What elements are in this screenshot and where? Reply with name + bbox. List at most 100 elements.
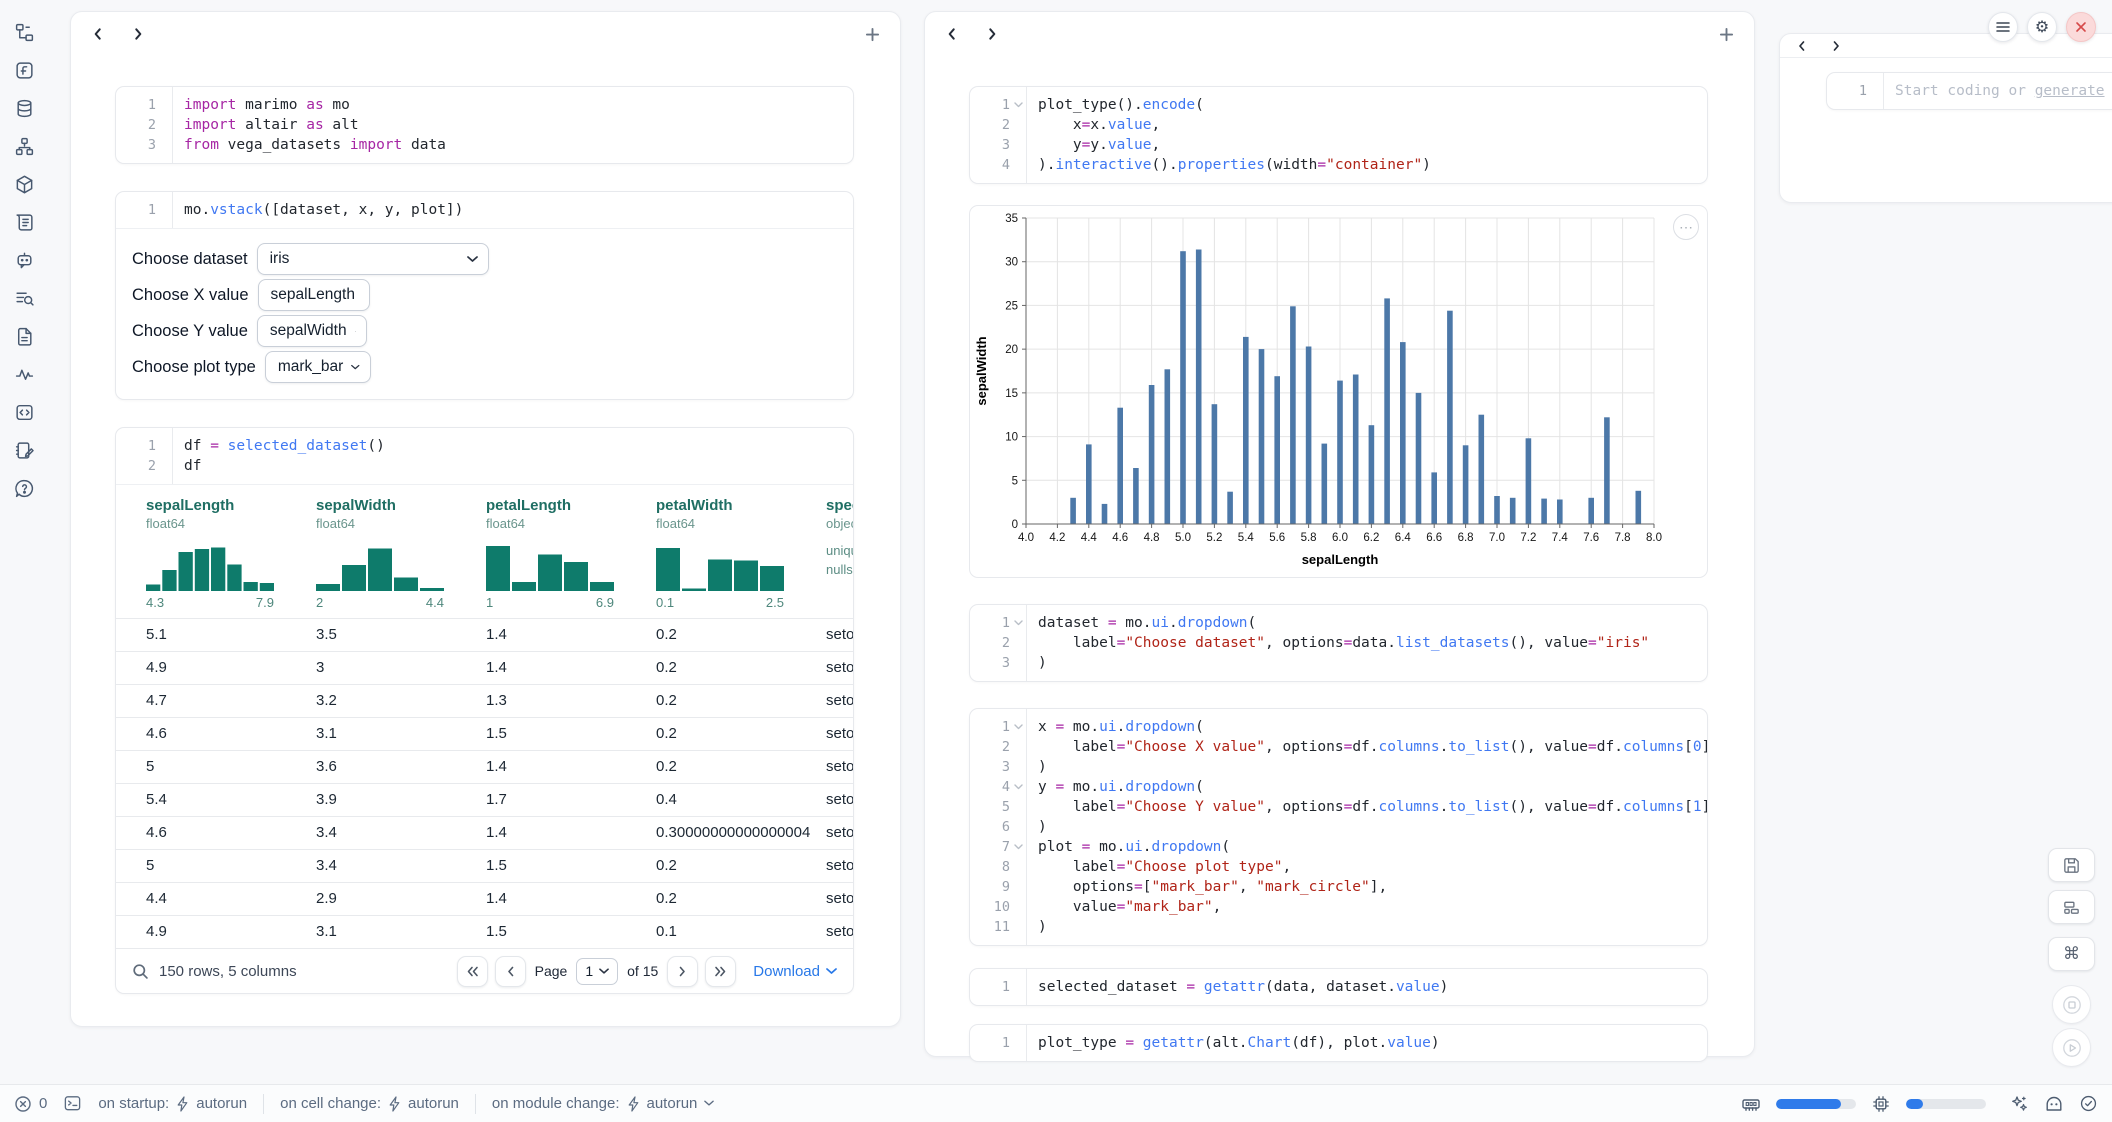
- notebook-pen-icon[interactable]: [12, 438, 36, 462]
- table-row[interactable]: 4.63.11.50.2setosa: [116, 718, 853, 751]
- column-header-petalWidth[interactable]: petalWidthfloat640.12.5: [642, 497, 812, 618]
- imports-code-cell[interactable]: 1import marimo as mo2import altair as al…: [115, 86, 854, 164]
- list-search-icon[interactable]: [12, 286, 36, 310]
- table-row[interactable]: 4.42.91.40.2setosa: [116, 883, 853, 916]
- chevron-left-icon[interactable]: [945, 27, 959, 41]
- document-icon[interactable]: [12, 324, 36, 348]
- code-line[interactable]: 5 label="Choose Y value", options=df.col…: [970, 797, 1707, 817]
- plot-type-select[interactable]: mark_bar: [265, 351, 371, 383]
- function-icon[interactable]: [12, 58, 36, 82]
- menu-button[interactable]: [1988, 12, 2018, 42]
- xy-plot-dropdowns-code-cell[interactable]: 1x = mo.ui.dropdown(2 label="Choose X va…: [969, 708, 1708, 946]
- column-header-species[interactable]: speciesobjectunique:nulls:: [812, 497, 853, 618]
- code-line[interactable]: 11): [970, 917, 1707, 937]
- run-button[interactable]: [2052, 1028, 2091, 1067]
- code-line[interactable]: 7plot = mo.ui.dropdown(: [970, 837, 1707, 857]
- code-line[interactable]: 6): [970, 817, 1707, 837]
- bar-chart[interactable]: 4.04.24.44.64.85.05.25.45.65.86.06.26.46…: [970, 206, 1708, 577]
- code-line[interactable]: 8 label="Choose plot type",: [970, 857, 1707, 877]
- autorun-config-item[interactable]: on startup:autorun: [98, 1095, 247, 1112]
- graph-icon[interactable]: [12, 134, 36, 158]
- autorun-config-item[interactable]: on module change:autorun: [492, 1095, 714, 1112]
- chevron-right-icon[interactable]: [985, 27, 999, 41]
- plot-code-cell[interactable]: 1plot_type().encode(2 x=x.value,3 y=y.va…: [969, 86, 1708, 184]
- chevron-left-icon[interactable]: [91, 27, 105, 41]
- code-line[interactable]: 1dataset = mo.ui.dropdown(: [970, 613, 1707, 633]
- dataset-select[interactable]: iris: [257, 243, 489, 275]
- code-line[interactable]: 3): [970, 653, 1707, 673]
- save-button[interactable]: [2048, 848, 2095, 882]
- fold-icon[interactable]: [1010, 777, 1026, 797]
- fold-icon[interactable]: [1010, 613, 1026, 633]
- code-line[interactable]: 2 label="Choose dataset", options=data.l…: [970, 633, 1707, 653]
- database-icon[interactable]: [12, 96, 36, 120]
- selected-dataset-code-cell[interactable]: 1selected_dataset = getattr(data, datase…: [969, 968, 1708, 1006]
- table-row[interactable]: 4.63.41.40.30000000000000004setosa: [116, 817, 853, 850]
- code-line[interactable]: 1import marimo as mo: [116, 95, 853, 115]
- add-cell-icon[interactable]: [865, 27, 880, 42]
- stop-button[interactable]: [2052, 985, 2091, 1024]
- last-page-button[interactable]: [705, 956, 736, 987]
- y-value-select[interactable]: sepalWidth: [257, 315, 367, 347]
- chat-bot-icon[interactable]: [12, 248, 36, 272]
- code-line[interactable]: 4y = mo.ui.dropdown(: [970, 777, 1707, 797]
- code-line[interactable]: 2 x=x.value,: [970, 115, 1707, 135]
- code-line[interactable]: 9 options=["mark_bar", "mark_circle"],: [970, 877, 1707, 897]
- empty-code-cell[interactable]: 1Start coding or generate with: [1826, 72, 2112, 110]
- autorun-config-item[interactable]: on cell change:autorun: [280, 1095, 459, 1112]
- fold-icon[interactable]: [1010, 95, 1026, 115]
- table-row[interactable]: 5.13.51.40.2setosa: [116, 619, 853, 652]
- table-row[interactable]: 53.41.50.2setosa: [116, 850, 853, 883]
- terminal-button[interactable]: [63, 1094, 82, 1113]
- first-page-button[interactable]: [457, 956, 488, 987]
- code-line[interactable]: 2import altair as alt: [116, 115, 853, 135]
- table-row[interactable]: 4.93.11.50.1setosa: [116, 916, 853, 949]
- code-line[interactable]: 2df: [116, 456, 853, 476]
- vstack-code-cell[interactable]: 1mo.vstack([dataset, x, y, plot]) Choose…: [115, 191, 854, 400]
- code-line[interactable]: 1df = selected_dataset(): [116, 436, 853, 456]
- error-count[interactable]: 0: [14, 1095, 47, 1113]
- code-line[interactable]: 1plot_type = getattr(alt.Chart(df), plot…: [970, 1033, 1707, 1053]
- download-button[interactable]: Download: [753, 963, 837, 980]
- code-icon[interactable]: [12, 400, 36, 424]
- table-row[interactable]: 53.61.40.2setosa: [116, 751, 853, 784]
- table-row[interactable]: 4.73.21.30.2setosa: [116, 685, 853, 718]
- code-line[interactable]: 1mo.vstack([dataset, x, y, plot]): [116, 200, 853, 220]
- ai-assist-button[interactable]: [2009, 1094, 2029, 1114]
- layout-button[interactable]: [2048, 890, 2095, 924]
- activity-icon[interactable]: [12, 362, 36, 386]
- code-line[interactable]: 10 value="mark_bar",: [970, 897, 1707, 917]
- chart-options-icon[interactable]: ⋯: [1673, 214, 1699, 240]
- package-icon[interactable]: [12, 172, 36, 196]
- chevron-left-icon[interactable]: [1796, 40, 1808, 52]
- prev-page-button[interactable]: [495, 956, 526, 987]
- code-line[interactable]: 3from vega_datasets import data: [116, 135, 853, 155]
- code-line[interactable]: 1x = mo.ui.dropdown(: [970, 717, 1707, 737]
- x-value-select[interactable]: sepalLength: [258, 279, 370, 311]
- code-line[interactable]: 2 label="Choose X value", options=df.col…: [970, 737, 1707, 757]
- column-header-sepalLength[interactable]: sepalLengthfloat644.37.9: [132, 497, 302, 618]
- file-tree-icon[interactable]: [12, 20, 36, 44]
- fold-icon[interactable]: [1010, 717, 1026, 737]
- code-line[interactable]: 4).interactive().properties(width="conta…: [970, 155, 1707, 175]
- connection-status-button[interactable]: [2079, 1094, 2098, 1113]
- chevron-right-icon[interactable]: [131, 27, 145, 41]
- code-line[interactable]: 3): [970, 757, 1707, 777]
- chevron-right-icon[interactable]: [1830, 40, 1842, 52]
- code-line[interactable]: 1Start coding or generate with: [1827, 81, 2112, 101]
- search-icon[interactable]: [132, 963, 149, 980]
- shutdown-button[interactable]: [2066, 12, 2096, 42]
- scroll-icon[interactable]: [12, 210, 36, 234]
- dataframe-code-cell[interactable]: 1df = selected_dataset()2df sepalLengthf…: [115, 427, 854, 994]
- table-row[interactable]: 4.931.40.2setosa: [116, 652, 853, 685]
- add-cell-icon[interactable]: [1719, 27, 1734, 42]
- code-line[interactable]: 1plot_type().encode(: [970, 95, 1707, 115]
- next-page-button[interactable]: [667, 956, 698, 987]
- plot-type-code-cell[interactable]: 1plot_type = getattr(alt.Chart(df), plot…: [969, 1024, 1708, 1062]
- help-icon[interactable]: [12, 476, 36, 500]
- keyboard-shortcuts-button[interactable]: ⌘: [2048, 937, 2095, 971]
- table-row[interactable]: 5.43.91.70.4setosa: [116, 784, 853, 817]
- fold-icon[interactable]: [1010, 837, 1026, 857]
- settings-button[interactable]: ⚙: [2027, 12, 2057, 42]
- chat-assistant-button[interactable]: [2044, 1094, 2064, 1114]
